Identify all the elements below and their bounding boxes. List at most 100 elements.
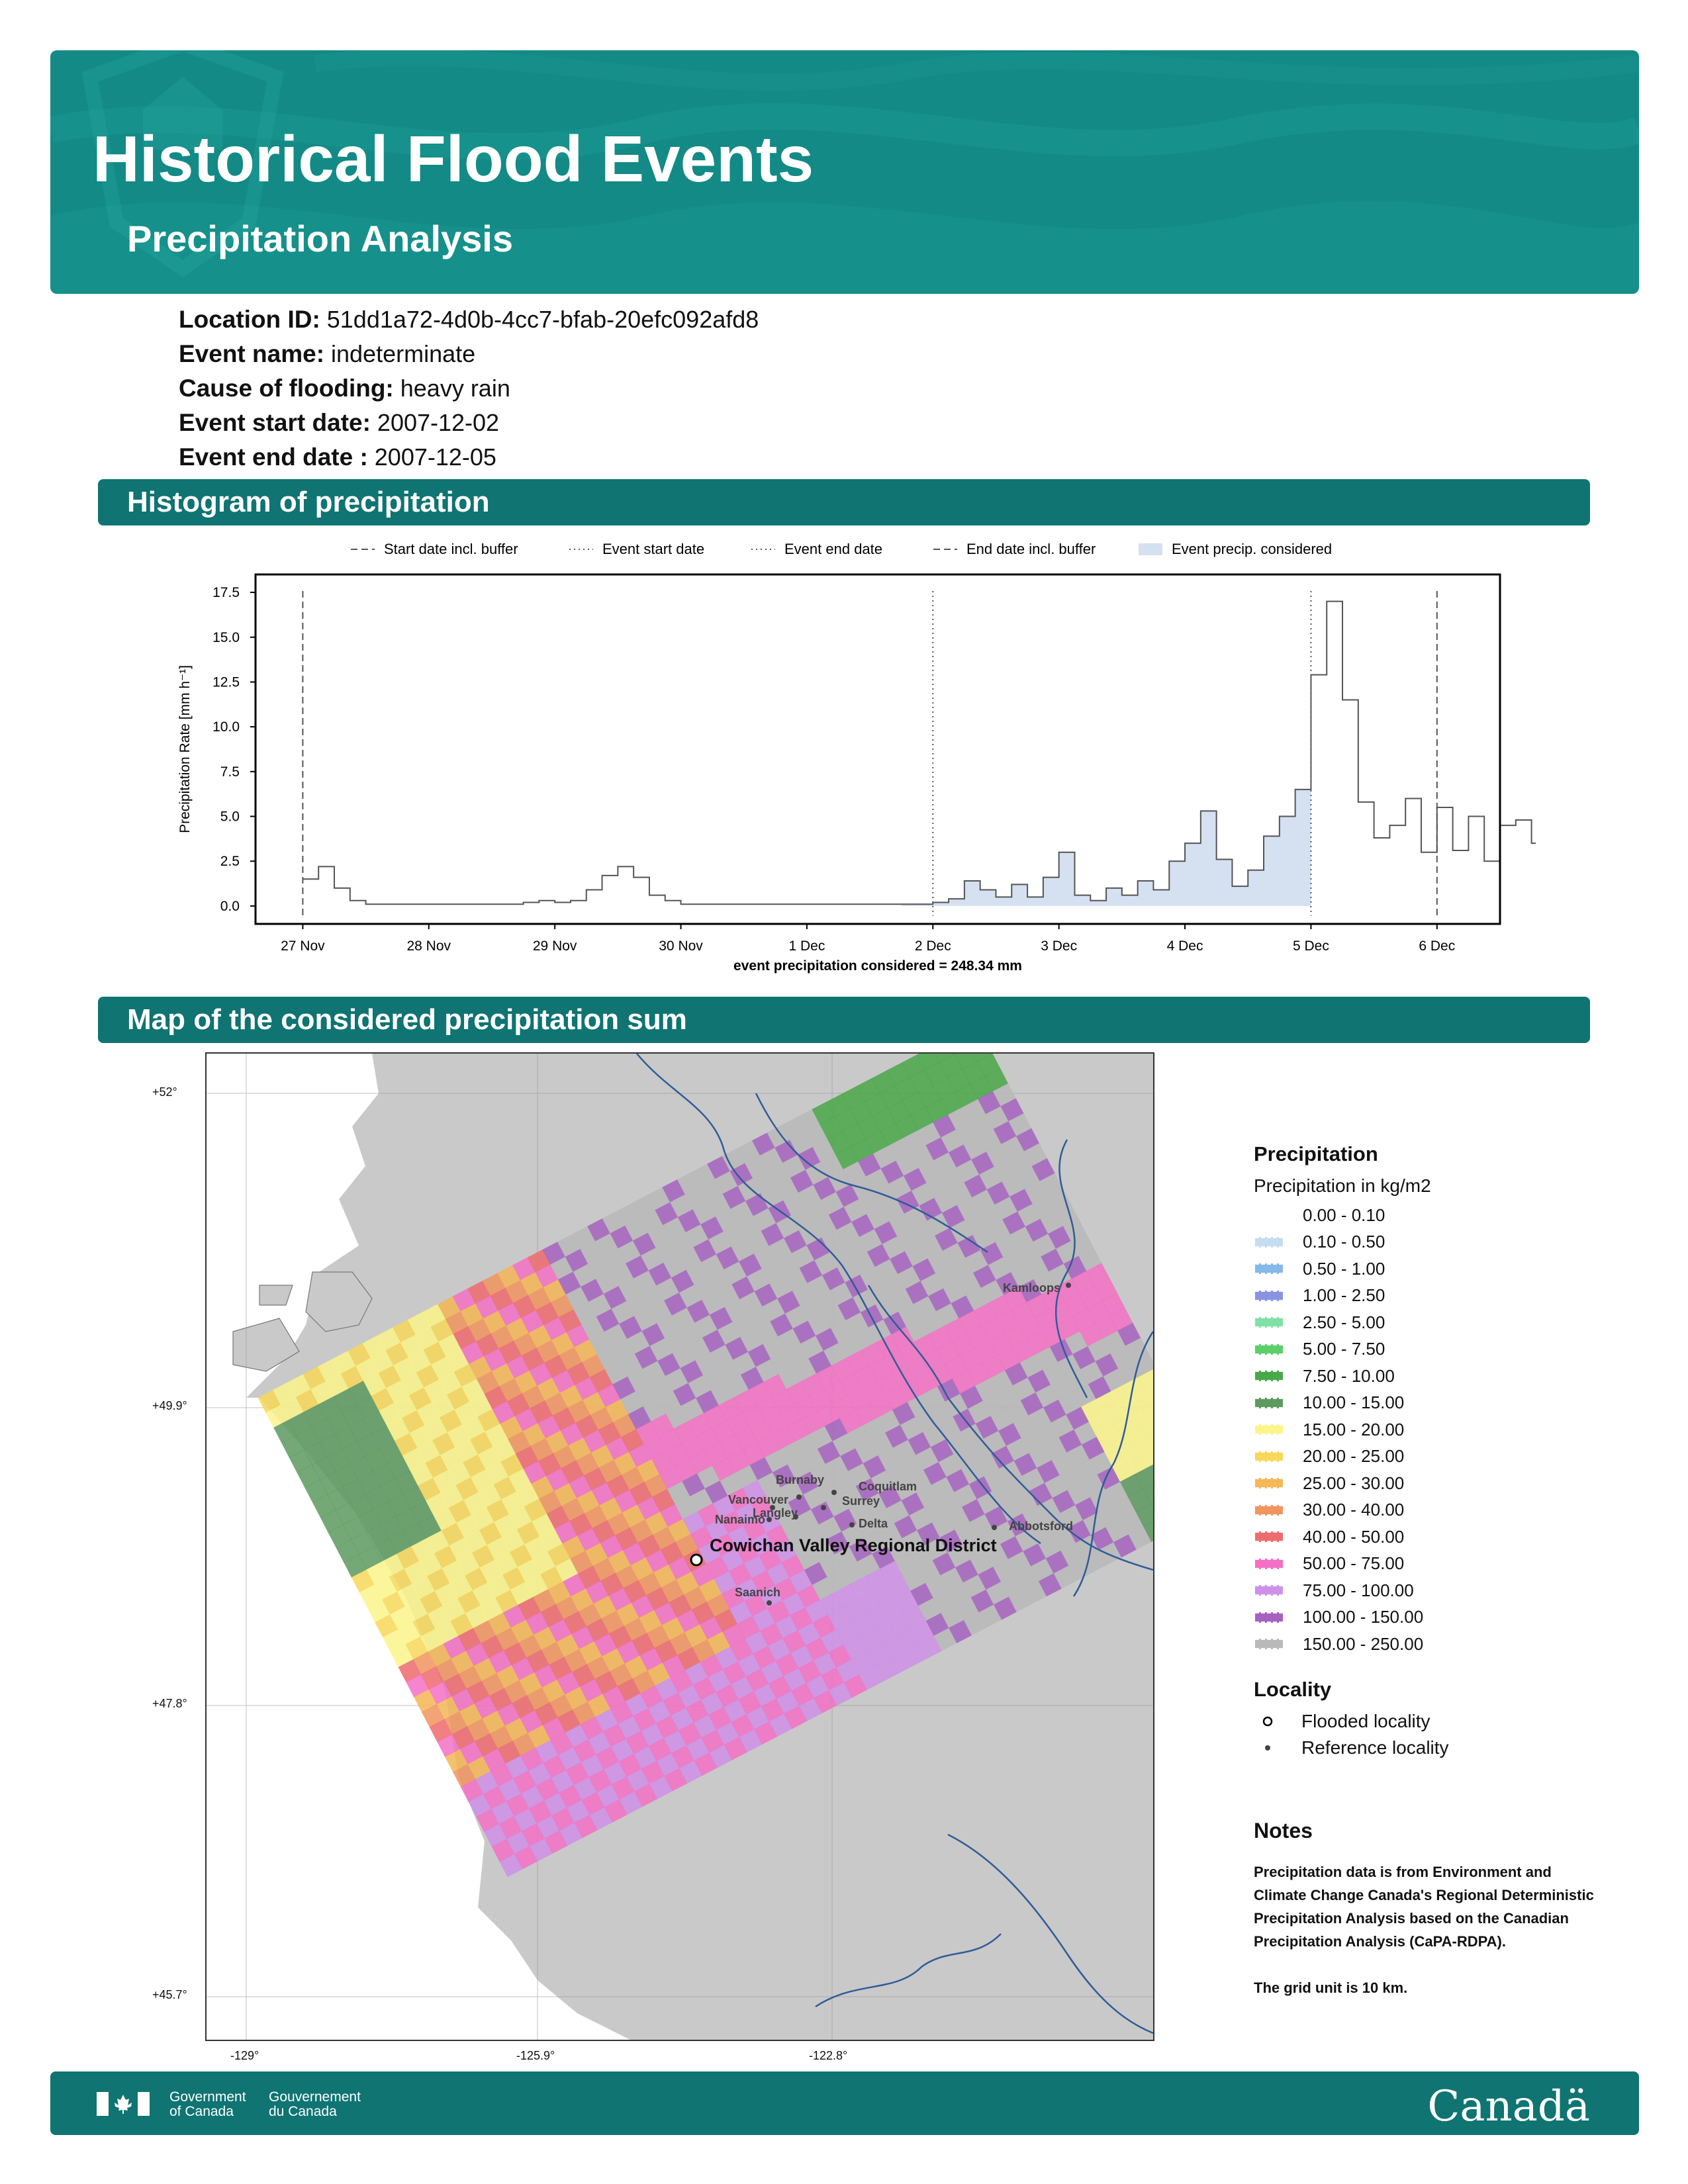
page-subtitle: Precipitation Analysis xyxy=(127,218,513,259)
legend-swatch xyxy=(1255,1531,1283,1543)
dot-icon xyxy=(1254,1743,1282,1752)
x-tick-label: 4 Dec xyxy=(1167,938,1203,954)
section-bar-map: Map of the considered precipitation sum xyxy=(98,997,1590,1043)
y-tick-label: 5.0 xyxy=(220,809,240,825)
legend-label: Event end date xyxy=(784,541,882,557)
page-title: Historical Flood Events xyxy=(93,122,814,195)
legend-entry: Event start date xyxy=(569,541,704,557)
legend-swatch xyxy=(1255,1451,1283,1462)
legend-swatch xyxy=(1255,1317,1283,1328)
lon-label-129: -129° xyxy=(230,2049,259,2062)
lat-label-45-7: +45.7° xyxy=(152,1988,187,2001)
legend-item: 25.00 - 30.00 xyxy=(1254,1470,1624,1497)
lat-label-49-9: +49.9° xyxy=(152,1399,187,1412)
legend-swatch xyxy=(1255,1371,1283,1382)
x-tick-label: 3 Dec xyxy=(1041,938,1077,954)
legend-item: 100.00 - 150.00 xyxy=(1254,1604,1624,1631)
info-event-start-date: Event start date: 2007-12-02 xyxy=(179,409,500,436)
place-label: Saanich xyxy=(735,1586,780,1599)
legend-label: 15.00 - 20.00 xyxy=(1303,1419,1405,1439)
legend-label: Start date incl. buffer xyxy=(384,541,518,557)
notes-text: Precipitation data is from Environment a… xyxy=(1254,1864,1594,1950)
section-title-map: Map of the considered precipitation sum xyxy=(127,1003,687,1036)
y-tick-label: 17.5 xyxy=(212,585,240,600)
legend-item: 7.50 - 10.00 xyxy=(1254,1363,1624,1390)
x-tick-label: 27 Nov xyxy=(281,938,325,954)
legend-swatch xyxy=(1139,543,1162,555)
x-tick-label: 30 Nov xyxy=(659,938,703,954)
legend-label: 5.00 - 7.50 xyxy=(1303,1339,1385,1359)
lat-label-52: +52° xyxy=(152,1085,177,1099)
precipitation-histogram-chart: Start date incl. buffer Event start date E… xyxy=(177,541,1536,974)
place-label: Abbotsford xyxy=(1009,1520,1073,1533)
legend-label: 150.00 - 250.00 xyxy=(1303,1633,1424,1654)
legend-label: 100.00 - 150.00 xyxy=(1303,1607,1424,1627)
map-legend: Precipitation Precipitation in kg/m2 0.0… xyxy=(1254,1142,1624,1761)
legend-item: 0.50 - 1.00 xyxy=(1254,1255,1624,1283)
place-label: Delta xyxy=(859,1517,888,1530)
legend-item: 20.00 - 25.00 xyxy=(1254,1443,1624,1471)
precipitation-map: Kamloops Burnaby Coquitlam Vancouver Surrey L… xyxy=(205,1052,1154,2041)
legend-swatch xyxy=(1255,1263,1283,1275)
legend-entry: End date incl. buffer xyxy=(933,541,1096,557)
plot-frame xyxy=(254,573,1501,925)
legend-label: 7.50 - 10.00 xyxy=(1303,1365,1395,1386)
info-location-id: Location ID: 51dd1a72-4d0b-4cc7-bfab-20ef… xyxy=(179,306,759,333)
legend-entry: Event end date xyxy=(751,541,882,557)
legend-label: Event precip. considered xyxy=(1172,541,1332,557)
legend-swatch xyxy=(1255,1585,1283,1596)
reference-locality-dot xyxy=(796,1494,802,1500)
place-label: Vancouver xyxy=(728,1493,788,1506)
notes-panel: Notes Precipitation data is from Environ… xyxy=(1254,1819,1598,1999)
chart-plot-area: 0.0 2.5 5.0 7.5 10.0 12.5 15.0 17.5 27 Nov 28 Nov… xyxy=(177,573,1536,974)
place-label: Kamloops xyxy=(1003,1281,1060,1295)
y-tick-label: 0.0 xyxy=(220,899,240,914)
x-tick-label: 2 Dec xyxy=(915,938,951,954)
map-canvas: KamloopsBurnaby CoquitlamVancouver SurreyL… xyxy=(207,1054,1153,2040)
legend-label: 50.00 - 75.00 xyxy=(1303,1553,1405,1574)
legend-swatch xyxy=(1255,1504,1283,1516)
lon-label-122-8: -122.8° xyxy=(809,2049,848,2062)
place-label: Burnaby xyxy=(776,1473,824,1486)
legend-items: 0.00 - 0.10 0.10 - 0.50 0.50 - 1.00 1.00 - … xyxy=(1254,1202,1624,1658)
legend-item: 15.00 - 20.00 xyxy=(1254,1416,1624,1443)
legend-swatch xyxy=(1255,1612,1283,1623)
legend-swatch xyxy=(1255,1290,1283,1301)
y-axis-label: Precipitation Rate [mm h⁻¹] xyxy=(177,665,193,833)
x-tick-label: 28 Nov xyxy=(406,938,451,954)
y-tick-label: 15.0 xyxy=(212,630,240,645)
legend-label: 20.00 - 25.00 xyxy=(1303,1446,1405,1467)
legend-label: 0.00 - 0.10 xyxy=(1303,1205,1385,1225)
legend-label: 0.10 - 0.50 xyxy=(1303,1232,1385,1252)
legend-subtitle: Precipitation in kg/m2 xyxy=(1254,1175,1431,1196)
info-event-end-date: Event end date :2007-12-05 xyxy=(179,443,496,471)
legend-item: 1.00 - 2.50 xyxy=(1254,1283,1624,1310)
x-tick-label: 29 Nov xyxy=(533,938,577,954)
legend-entry: Start date incl. buffer xyxy=(351,541,518,557)
legend-label: Event start date xyxy=(602,541,704,557)
x-axis-label: event precipitation considered = 248.34 … xyxy=(733,958,1022,974)
section-bar-histogram: Histogram of precipitation xyxy=(98,479,1590,525)
place-label: Coquitlam xyxy=(859,1480,917,1493)
legend-reference-locality: Reference locality xyxy=(1254,1735,1624,1761)
legend-swatch xyxy=(1255,1478,1283,1489)
legend-label: 30.00 - 40.00 xyxy=(1303,1500,1405,1520)
legend-item: 50.00 - 75.00 xyxy=(1254,1551,1624,1578)
gov-fr: Gouvernement du Canada xyxy=(269,2089,361,2119)
flooded-locality-label: Cowichan Valley Regional District xyxy=(710,1535,997,1555)
legend-swatch xyxy=(1255,1424,1283,1435)
legend-swatch xyxy=(1255,1236,1283,1248)
legend-flooded-locality: Flooded locality xyxy=(1254,1708,1624,1735)
y-tick-label: 7.5 xyxy=(220,764,240,780)
y-tick-label: 12.5 xyxy=(212,674,240,690)
legend-swatch xyxy=(1255,1210,1283,1221)
reference-locality-dot xyxy=(1066,1283,1071,1288)
place-label: Surrey xyxy=(842,1494,880,1508)
notes-grid-unit: The grid unit is 10 km. xyxy=(1254,1979,1408,1996)
header-banner: Historical Flood Events Precipitation An… xyxy=(50,50,1639,294)
reference-locality-dot xyxy=(767,1600,772,1606)
reference-locality-dot xyxy=(821,1505,826,1510)
legend-label: 40.00 - 50.00 xyxy=(1303,1526,1405,1547)
x-tick-label: 6 Dec xyxy=(1419,938,1455,954)
y-tick-label: 10.0 xyxy=(212,719,240,735)
